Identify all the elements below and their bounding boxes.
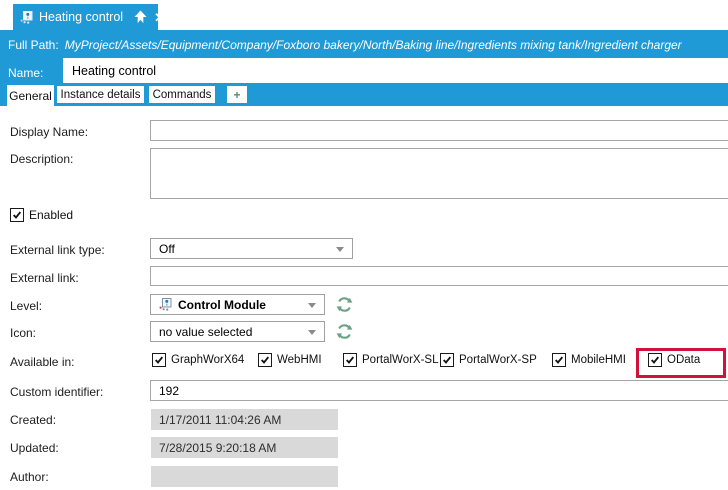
custom-identifier-value: 192 — [159, 384, 179, 398]
checkbox-checked-icon — [343, 353, 357, 367]
navigate-up-icon[interactable] — [133, 10, 148, 24]
document-tab[interactable]: Heating control ✕ — [13, 4, 158, 30]
checkbox-checked-icon — [552, 353, 566, 367]
breadcrumb: MyProject/Assets/Equipment/Company/Foxbo… — [65, 38, 682, 52]
external-link-type-dropdown[interactable]: Off — [150, 238, 353, 259]
external-link-type-value: Off — [159, 242, 175, 256]
external-link-label: External link: — [10, 271, 79, 285]
description-label: Description: — [10, 152, 73, 166]
description-textarea[interactable] — [150, 148, 728, 199]
icon-label: Icon: — [10, 326, 36, 340]
document-tab-title: Heating control — [39, 10, 123, 24]
checkbox-checked-icon — [258, 353, 272, 367]
checkbox-odata[interactable]: OData — [648, 353, 700, 367]
tab-general[interactable]: General — [7, 85, 54, 106]
icon-value: no value selected — [159, 325, 252, 339]
checkbox-portalworx-sl[interactable]: PortalWorX-SL — [343, 353, 438, 367]
icon-dropdown[interactable]: no value selected — [150, 321, 325, 342]
author-value — [151, 466, 338, 487]
tab-commands[interactable]: Commands — [149, 86, 215, 103]
updated-timestamp: 7/28/2015 9:20:18 AM — [159, 441, 276, 455]
checkbox-checked-icon — [152, 353, 166, 367]
name-value: Heating control — [72, 64, 156, 78]
level-label: Level: — [10, 299, 42, 313]
checkbox-mobilehmi[interactable]: MobileHMI — [552, 353, 626, 367]
updated-value: 7/28/2015 9:20:18 AM — [151, 437, 338, 458]
tab-add[interactable]: + — [227, 86, 247, 103]
level-dropdown[interactable]: Control Module — [150, 294, 325, 315]
checkbox-label: PortalWorX-SP — [459, 354, 537, 366]
checkbox-checked-icon — [10, 208, 24, 222]
created-timestamp: 1/17/2011 11:04:26 AM — [159, 413, 281, 427]
checkbox-graphworx64[interactable]: GraphWorX64 — [152, 353, 244, 367]
updated-label: Updated: — [10, 441, 59, 455]
refresh-icon[interactable] — [336, 323, 353, 340]
checkbox-label: OData — [667, 354, 700, 366]
close-icon[interactable]: ✕ — [154, 11, 165, 24]
control-module-icon — [20, 11, 33, 24]
checkbox-checked-icon — [440, 353, 454, 367]
checkbox-label: WebHMI — [277, 354, 322, 366]
tab-instance-details[interactable]: Instance details — [57, 86, 144, 103]
control-module-icon — [159, 298, 172, 311]
display-name-input[interactable] — [150, 120, 728, 141]
external-link-input[interactable] — [150, 266, 728, 286]
name-input[interactable]: Heating control — [63, 58, 728, 83]
created-value: 1/17/2011 11:04:26 AM — [151, 409, 338, 430]
full-path-label: Full Path: — [8, 38, 59, 52]
asset-property-editor: Heating control ✕ Full Path: MyProject/As… — [0, 0, 728, 490]
level-value: Control Module — [178, 298, 266, 312]
author-label: Author: — [10, 470, 49, 484]
chevron-down-icon — [308, 303, 316, 308]
chevron-down-icon — [308, 330, 316, 335]
checkbox-webhmi[interactable]: WebHMI — [258, 353, 322, 367]
external-link-type-label: External link type: — [10, 243, 105, 257]
custom-identifier-label: Custom identifier: — [10, 385, 103, 399]
chevron-down-icon — [336, 247, 344, 252]
refresh-icon[interactable] — [336, 296, 353, 313]
checkbox-portalworx-sp[interactable]: PortalWorX-SP — [440, 353, 537, 367]
checkbox-label: MobileHMI — [571, 354, 626, 366]
name-label: Name: — [8, 66, 43, 80]
checkbox-checked-icon — [648, 353, 662, 367]
display-name-label: Display Name: — [10, 125, 88, 139]
enabled-checkbox[interactable]: Enabled — [10, 208, 73, 222]
created-label: Created: — [10, 413, 56, 427]
checkbox-label: PortalWorX-SL — [362, 354, 438, 366]
available-in-label: Available in: — [10, 355, 75, 369]
enabled-label: Enabled — [29, 208, 73, 222]
full-path-row: Full Path: MyProject/Assets/Equipment/Com… — [8, 38, 682, 52]
checkbox-label: GraphWorX64 — [171, 354, 244, 366]
custom-identifier-input[interactable]: 192 — [150, 380, 728, 401]
